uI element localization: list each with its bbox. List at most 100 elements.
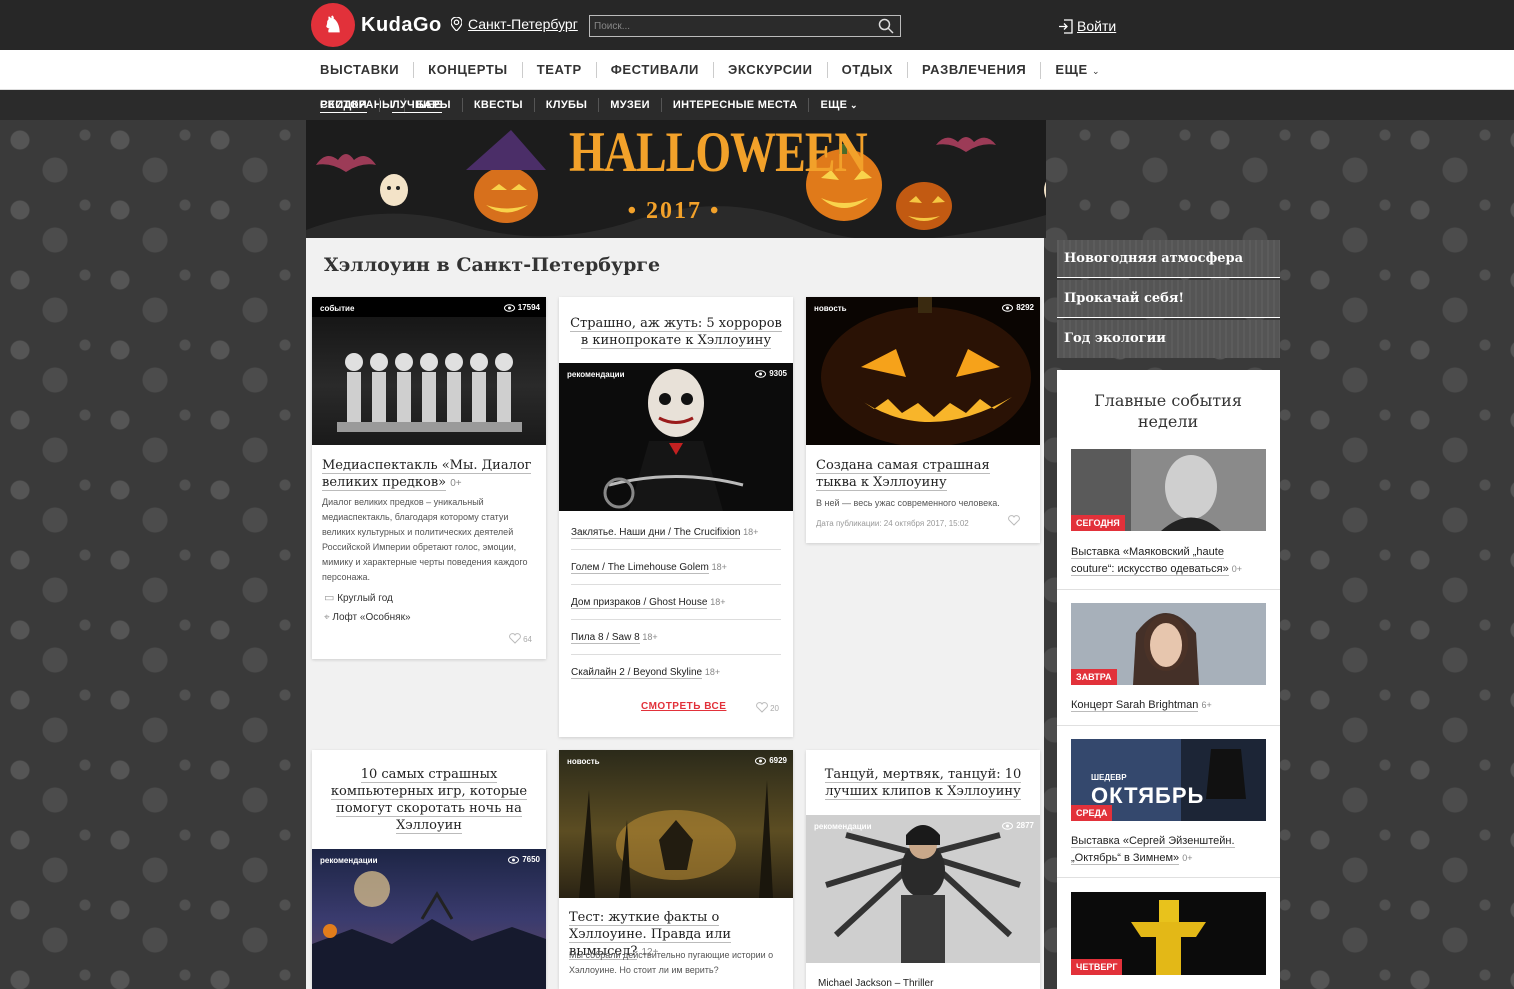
age-rating: 0+ (450, 478, 462, 489)
nav-item-exhibitions[interactable]: ВЫСТАВКИ (310, 62, 413, 78)
event-thumbnail[interactable]: ШЕДЕВР ОКТЯБРЬ СРЕДА (1071, 739, 1266, 821)
card-place[interactable]: ⌖ Лофт «Особняк» (324, 612, 411, 623)
spooky-game-illustration (312, 871, 546, 989)
promo-link[interactable]: Новогодняя атмосфера (1057, 240, 1280, 278)
recommendation-card[interactable]: Страшно, аж жуть: 5 хорроров в кинопрока… (559, 297, 793, 737)
event-title[interactable]: Концерт Sarah Brightman 6+ (1071, 697, 1261, 714)
logo-icon[interactable]: ♞ (311, 3, 355, 47)
subnav-item-museums[interactable]: МУЗЕИ (598, 98, 661, 112)
list-item[interactable]: Дом призраков / Ghost House 18+ (571, 597, 781, 620)
day-badge: СРЕДА (1071, 805, 1113, 821)
logo-text[interactable]: KudaGo (361, 14, 442, 37)
list-item[interactable]: Голем / The Limehouse Golem 18+ (571, 562, 781, 585)
discounts-label: СКИДКИ (320, 99, 367, 113)
card-title-text: Страшно, аж жуть: 5 хорроров в кинопрока… (570, 316, 782, 349)
list-item-title: Пила 8 / Saw 8 (571, 632, 640, 644)
view-count: 8292 (1002, 303, 1034, 312)
thriller-still-illustration (806, 815, 1040, 963)
nav-item-tours[interactable]: ЭКСКУРСИИ (713, 62, 827, 78)
recommendation-image[interactable]: рекомендации 7650 (312, 849, 546, 989)
card-title[interactable]: Медиаспектакль «Мы. Диалог великих предк… (322, 457, 537, 492)
subnav-right: СКИДКИ ЛУЧШЕЕ (310, 90, 454, 120)
recommendation-image[interactable]: рекомендации 2877 (806, 815, 1040, 963)
weekly-events-heading: Главные события недели (1094, 391, 1242, 431)
list-item[interactable]: Пила 8 / Saw 8 18+ (571, 632, 781, 655)
nav-item-more[interactable]: ЕЩЕ ⌄ (1040, 61, 1114, 79)
news-image[interactable]: новость 6929 (559, 750, 793, 898)
divider (1057, 877, 1280, 878)
event-title-text: Концерт Sarah Brightman (1071, 699, 1199, 712)
banner-year-value: 2017 (646, 198, 702, 224)
card-title-text: 10 самых страшных компьютерных игр, кото… (330, 767, 528, 834)
subnav-item-best[interactable]: ЛУЧШЕЕ (378, 98, 454, 113)
list-item[interactable]: Michael Jackson – Thriller (818, 978, 1028, 989)
card-schedule-text: Круглый год (337, 593, 393, 604)
movie-still-illustration (603, 369, 744, 511)
calendar-icon: ▭ (324, 592, 335, 604)
view-count-value: 9305 (769, 369, 787, 378)
subnav-item-clubs[interactable]: КЛУБЫ (533, 98, 598, 112)
city-name: Санкт-Петербург (468, 16, 578, 32)
search-box[interactable] (589, 15, 901, 37)
event-title[interactable]: Выставка «Сергей Эйзенштейн. „Октябрь“ в… (1071, 833, 1261, 867)
day-badge: ЧЕТВЕРГ (1071, 959, 1123, 975)
nav-item-entertainment[interactable]: РАЗВЛЕЧЕНИЯ (906, 62, 1040, 78)
view-count: 6929 (755, 756, 787, 765)
category-tag: рекомендации (814, 822, 872, 831)
news-card[interactable]: новость 6929 Тест: жуткие факты о Хэллоу… (559, 750, 793, 989)
view-count-value: 8292 (1016, 303, 1034, 312)
event-title[interactable]: Выставка «Маяковский „haute couture“: ис… (1071, 544, 1261, 578)
heart-icon (509, 633, 521, 644)
like-button[interactable] (1008, 515, 1022, 526)
eye-icon (1002, 304, 1014, 312)
divider (1057, 725, 1280, 726)
view-count-value: 17594 (517, 303, 540, 312)
list-item[interactable]: Заклятье. Наши дни / The Crucifixion 18+ (571, 527, 781, 550)
location-pin-icon: ⌖ (324, 612, 330, 623)
sub-nav: РЕСТОРАНЫ БАРЫ КВЕСТЫ КЛУБЫ МУЗЕИ ИНТЕРЕ… (0, 90, 1514, 120)
subnav-item-discounts[interactable]: СКИДКИ (310, 98, 379, 113)
event-thumbnail[interactable]: СЕГОДНЯ (1071, 449, 1266, 531)
subnav-item-more[interactable]: ЕЩЕ ⌄ (808, 98, 868, 112)
age-rating: 18+ (743, 527, 759, 537)
card-title[interactable]: Создана самая страшная тыква к Хэллоуину (816, 457, 1034, 491)
login-icon (1059, 19, 1073, 34)
event-title-text: Выставка «Маяковский „haute couture“: ис… (1071, 546, 1229, 576)
search-input[interactable] (594, 18, 874, 34)
card-place-text: Лофт «Особняк» (332, 612, 411, 623)
city-selector[interactable]: Санкт-Петербург (451, 16, 578, 32)
promo-link[interactable]: Год экологии (1057, 320, 1280, 358)
list-item-title: Скайлайн 2 / Beyond Skyline (571, 667, 703, 679)
nav-item-festivals[interactable]: ФЕСТИВАЛИ (595, 62, 713, 78)
like-button[interactable]: 20 (756, 702, 779, 713)
search-icon[interactable] (878, 18, 894, 34)
recommendation-card[interactable]: Танцуй, мертвяк, танцуй: 10 лучших клипо… (806, 750, 1040, 989)
view-count: 2877 (1002, 821, 1034, 830)
login-link[interactable]: Войти (1058, 18, 1116, 34)
news-card[interactable]: новость 8292 Создана самая страшная тыкв… (806, 297, 1040, 543)
list-item[interactable]: Скайлайн 2 / Beyond Skyline 18+ (571, 667, 781, 689)
nav-item-leisure[interactable]: ОТДЫХ (826, 62, 907, 78)
eye-icon (1002, 822, 1014, 830)
event-thumbnail[interactable]: ЗАВТРА (1071, 603, 1266, 685)
nav-item-theatre[interactable]: ТЕАТР (521, 62, 596, 78)
event-thumbnail[interactable]: ЧЕТВЕРГ (1071, 892, 1266, 975)
see-all-link[interactable]: СМОТРЕТЬ ВСЕ (641, 701, 726, 712)
forest-illustration (579, 780, 773, 898)
recommendation-card[interactable]: 10 самых страшных компьютерных игр, кото… (312, 750, 546, 989)
card-title[interactable]: Страшно, аж жуть: 5 хорроров в кинопрока… (567, 315, 785, 349)
view-count-value: 2877 (1016, 821, 1034, 830)
recommendation-image[interactable]: рекомендации 9305 (559, 363, 793, 511)
subnav-item-places[interactable]: ИНТЕРЕСНЫЕ МЕСТА (660, 98, 809, 112)
card-title[interactable]: Танцуй, мертвяк, танцуй: 10 лучших клипо… (814, 766, 1032, 800)
card-title[interactable]: 10 самых страшных компьютерных игр, кото… (320, 766, 538, 834)
event-card[interactable]: событие 17594 Медиаспектакль «Мы. Диалог… (312, 297, 546, 659)
event-title-text: Выставка «Сергей Эйзенштейн. „Октябрь“ в… (1071, 835, 1235, 865)
news-image[interactable]: новость 8292 (806, 297, 1040, 445)
event-image[interactable]: событие 17594 (312, 297, 546, 445)
promo-link[interactable]: Прокачай себя! (1057, 280, 1280, 318)
subnav-item-quests[interactable]: КВЕСТЫ (461, 98, 534, 112)
like-button[interactable]: 64 (509, 633, 532, 644)
heart-icon (1008, 515, 1020, 526)
nav-item-concerts[interactable]: КОНЦЕРТЫ (413, 62, 522, 78)
